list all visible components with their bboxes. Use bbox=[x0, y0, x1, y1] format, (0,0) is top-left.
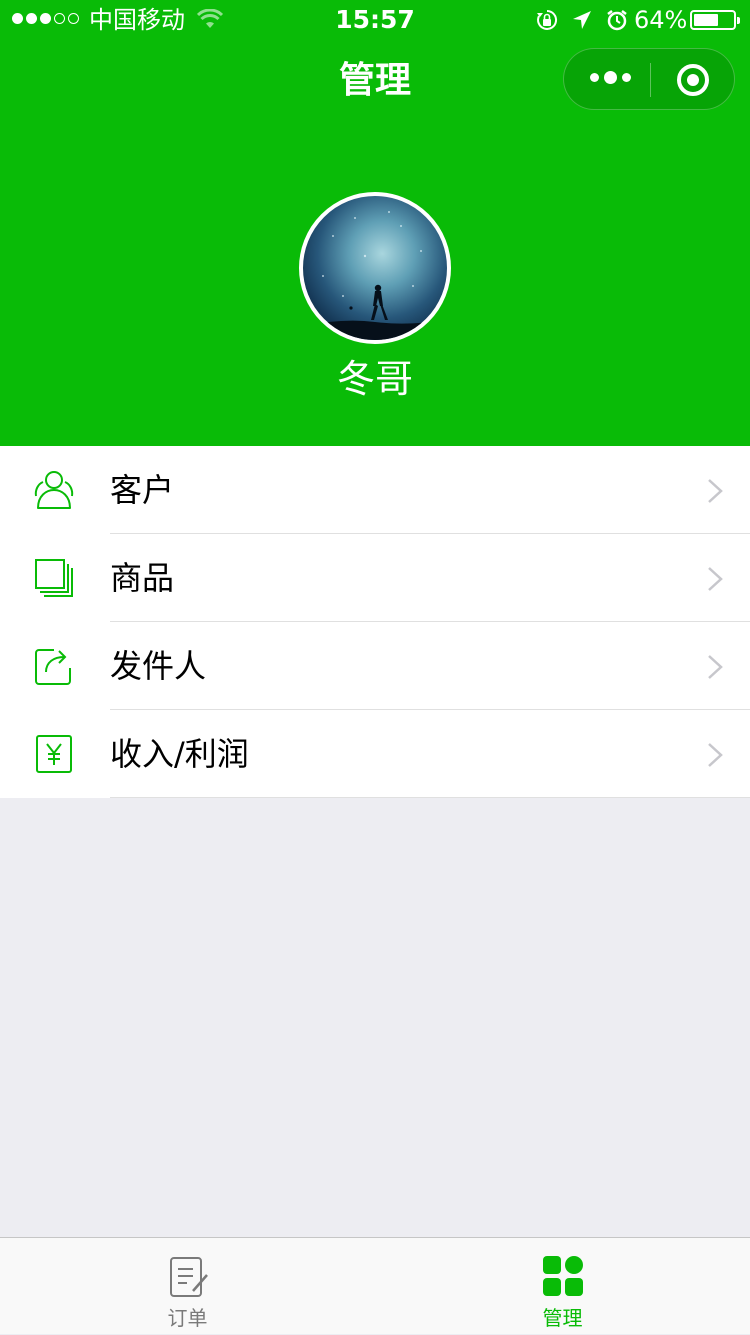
tab-label: 管理 bbox=[542, 1306, 583, 1330]
avatar[interactable] bbox=[299, 192, 451, 344]
menu-item-sender[interactable]: 发件人 bbox=[0, 622, 750, 710]
battery-icon bbox=[690, 10, 740, 30]
sender-icon bbox=[35, 649, 71, 685]
menu-item-income[interactable]: 收入/利润 bbox=[0, 710, 750, 798]
chevron-right-icon bbox=[708, 743, 723, 767]
customers-icon bbox=[34, 471, 74, 509]
menu-item-label: 发件人 bbox=[110, 647, 207, 685]
tab-label: 订单 bbox=[167, 1306, 208, 1330]
status-icons bbox=[535, 8, 629, 32]
battery-percent: 64% bbox=[634, 6, 688, 34]
profile-header: 中国移动 15:57 64% 管理 冬哥 bbox=[0, 0, 750, 446]
target-icon[interactable] bbox=[676, 63, 710, 97]
location-arrow-icon bbox=[573, 11, 591, 29]
menu-item-products[interactable]: 商品 bbox=[0, 534, 750, 622]
management-menu: 客户 商品 发件人 收入/利润 bbox=[0, 446, 750, 798]
tab-bar: 订单 管理 bbox=[0, 1237, 750, 1334]
menu-item-label: 客户 bbox=[110, 471, 175, 509]
products-icon bbox=[35, 559, 73, 597]
chevron-right-icon bbox=[708, 567, 723, 591]
chevron-right-icon bbox=[708, 655, 723, 679]
chevron-right-icon bbox=[708, 479, 723, 503]
avatar-night-sky-image bbox=[303, 211, 447, 340]
username: 冬哥 bbox=[336, 357, 413, 401]
menu-item-customers[interactable]: 客户 bbox=[0, 446, 750, 534]
menu-item-label: 商品 bbox=[110, 559, 175, 597]
status-bar: 中国移动 15:57 64% bbox=[0, 0, 750, 40]
more-dots-icon[interactable] bbox=[590, 71, 631, 84]
manage-grid-icon bbox=[543, 1256, 583, 1296]
order-icon bbox=[170, 1257, 208, 1297]
tab-manage[interactable]: 管理 bbox=[375, 1238, 750, 1335]
battery-level-fill bbox=[694, 14, 718, 26]
mini-program-capsule bbox=[563, 48, 735, 110]
rotation-lock-icon bbox=[537, 9, 558, 30]
tab-orders[interactable]: 订单 bbox=[0, 1238, 375, 1335]
alarm-clock-icon bbox=[607, 10, 627, 31]
income-icon bbox=[36, 735, 72, 773]
menu-item-label: 收入/利润 bbox=[110, 735, 249, 773]
